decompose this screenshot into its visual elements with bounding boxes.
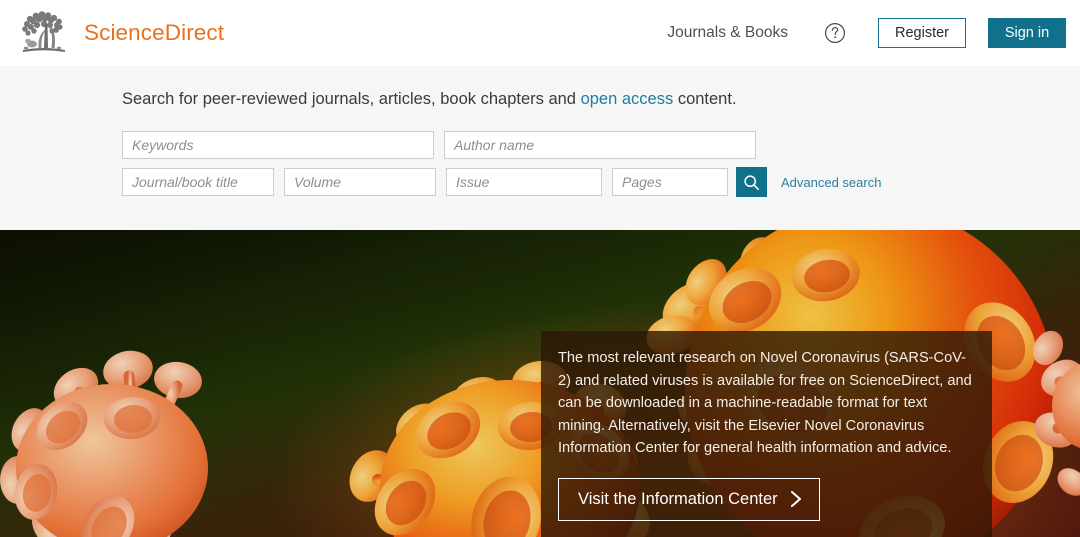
search-tagline: Search for peer-reviewed journals, artic… xyxy=(122,90,1080,109)
brand-name: ScienceDirect xyxy=(84,20,225,45)
coronavirus-info-card: The most relevant research on Novel Coro… xyxy=(541,331,992,537)
search-panel: Search for peer-reviewed journals, artic… xyxy=(0,66,1080,230)
keywords-input[interactable] xyxy=(122,131,434,159)
advanced-search-link[interactable]: Advanced search xyxy=(781,175,881,190)
volume-input[interactable] xyxy=(284,168,436,196)
info-card-body: The most relevant research on Novel Coro… xyxy=(558,350,972,456)
author-name-input[interactable] xyxy=(444,131,756,159)
tagline-text-after: content. xyxy=(673,90,737,108)
question-circle-icon[interactable] xyxy=(824,22,846,44)
search-submit-button[interactable] xyxy=(736,167,767,197)
site-header: ScienceDirect Journals & Books Register … xyxy=(0,0,1080,66)
journal-book-title-input[interactable] xyxy=(122,168,274,196)
brand-logo-group[interactable]: ScienceDirect xyxy=(18,8,224,58)
open-access-link[interactable]: open access xyxy=(581,90,674,108)
visit-information-center-button[interactable]: Visit the Information Center xyxy=(558,477,820,521)
tagline-text-before: Search for peer-reviewed journals, artic… xyxy=(122,90,581,108)
chevron-right-icon xyxy=(790,490,801,508)
signin-button[interactable]: Sign in xyxy=(988,18,1066,48)
search-row-primary xyxy=(122,131,1080,159)
register-button[interactable]: Register xyxy=(878,18,966,48)
header-nav: Journals & Books Register Sign in xyxy=(665,18,1066,48)
magnifier-icon xyxy=(744,174,759,190)
visit-information-center-label: Visit the Information Center xyxy=(578,489,778,508)
issue-input[interactable] xyxy=(446,168,602,196)
elsevier-tree-logo-icon xyxy=(18,8,70,58)
pages-input[interactable] xyxy=(612,168,728,196)
nav-journals-books[interactable]: Journals & Books xyxy=(665,18,790,48)
search-row-secondary: Advanced search xyxy=(122,167,1080,197)
